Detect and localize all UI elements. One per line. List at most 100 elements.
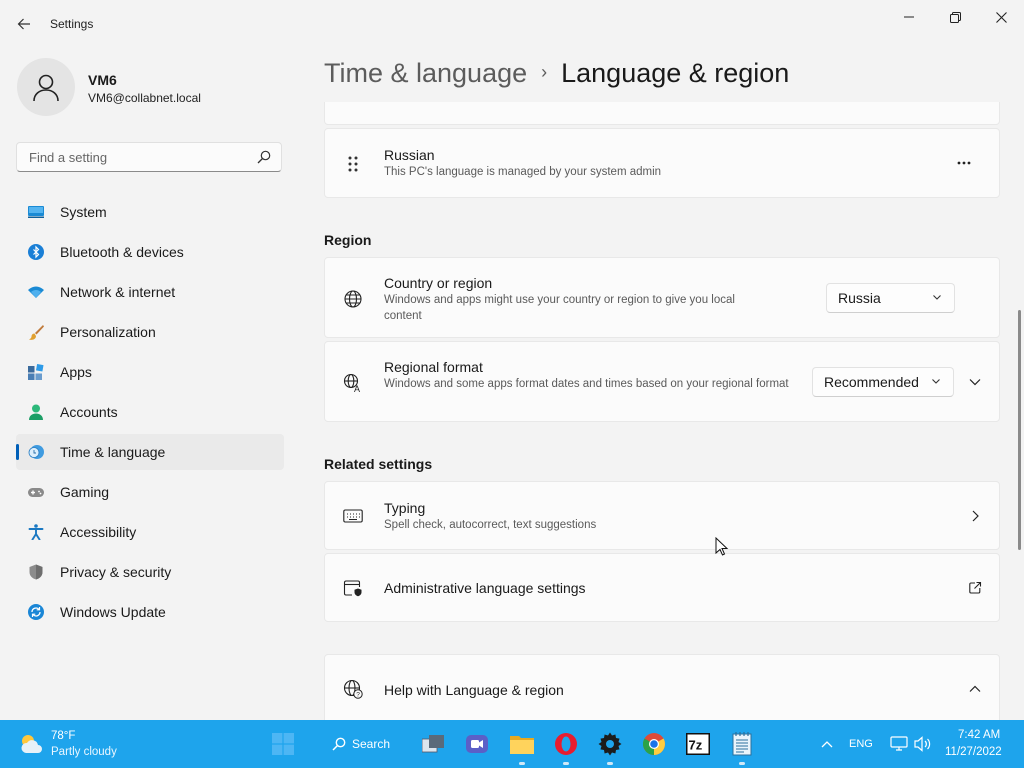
avatar[interactable] [17, 58, 75, 116]
minimize-icon [904, 16, 914, 18]
system-display-icon [28, 206, 44, 218]
regional-format-card[interactable]: A Regional format Windows and some apps … [324, 341, 1000, 422]
paintbrush-icon [29, 325, 44, 340]
user-name: VM6 [88, 72, 117, 88]
close-button[interactable] [978, 6, 1024, 28]
sidebar-item-label: System [60, 204, 107, 220]
time-language-icon [28, 445, 44, 459]
sidebar-item-label: Network & internet [60, 284, 176, 300]
chrome-button[interactable] [642, 732, 666, 756]
search-box[interactable] [16, 142, 282, 172]
windows-update-icon [28, 604, 44, 620]
help-card[interactable]: ? Help with Language & region [324, 654, 1000, 720]
notepad-icon [732, 732, 752, 756]
search-input[interactable] [27, 149, 251, 166]
regional-format-dropdown[interactable]: Recommended [812, 367, 954, 397]
opera-button[interactable] [554, 732, 578, 765]
taskbar-search-label: Search [352, 737, 391, 751]
sidebar-item-label: Accounts [60, 404, 118, 420]
admin-language-title: Administrative language settings [384, 580, 586, 596]
task-view-button[interactable] [421, 732, 445, 756]
notepad-button[interactable] [730, 732, 754, 765]
maximize-button[interactable] [932, 6, 978, 28]
sidebar-item-label: Gaming [60, 484, 110, 500]
7zip-icon: 7z [686, 733, 710, 755]
keyboard-icon [343, 509, 363, 523]
help-title: Help with Language & region [384, 682, 564, 698]
sidebar-item-bluetooth[interactable]: Bluetooth & devices [16, 234, 284, 270]
breadcrumb-separator: › [541, 62, 548, 82]
sidebar-item-apps[interactable]: Apps [16, 354, 284, 390]
accessibility-icon [28, 524, 44, 540]
language-item-card[interactable]: Russian This PC's language is managed by… [324, 128, 1000, 198]
weather-description: Partly cloudy [51, 746, 117, 758]
scrollbar[interactable] [1018, 310, 1021, 550]
sidebar-item-label: Time & language [60, 444, 166, 460]
apps-icon [28, 364, 44, 380]
running-indicator [563, 762, 569, 765]
region-section-title: Region [324, 232, 372, 248]
sidebar-item-windows-update[interactable]: Windows Update [16, 594, 284, 630]
person-icon [33, 74, 59, 102]
sidebar-item-label: Accessibility [60, 524, 137, 540]
meet-app-button[interactable] [465, 732, 489, 756]
country-region-title: Country or region [384, 275, 493, 291]
chevron-up-icon[interactable] [968, 682, 982, 696]
accounts-icon [29, 404, 43, 420]
regional-format-title: Regional format [384, 359, 483, 375]
main-content: Russian This PC's language is managed by… [324, 102, 1000, 720]
settings-app-button[interactable] [598, 732, 622, 765]
video-call-icon [466, 735, 488, 753]
restore-icon [949, 11, 961, 23]
weather-temperature: 78°F [51, 730, 76, 742]
show-hidden-icons-button[interactable] [815, 732, 839, 756]
taskbar-search-button[interactable]: Search [332, 732, 390, 756]
app-title: Settings [50, 17, 94, 31]
language-name: Russian [384, 147, 435, 163]
7zip-button[interactable]: 7z [686, 732, 710, 756]
svg-text:A: A [354, 384, 360, 393]
page-title: Language & region [561, 58, 790, 88]
sidebar-item-label: Bluetooth & devices [60, 244, 184, 260]
typing-title: Typing [384, 500, 426, 516]
sidebar-item-accounts[interactable]: Accounts [16, 394, 284, 430]
breadcrumb-parent[interactable]: Time & language [324, 58, 527, 88]
opera-browser-icon [555, 733, 577, 755]
settings-window: Settings VM6 VM6@collabnet.local System … [0, 0, 1024, 720]
shield-icon [29, 564, 43, 580]
sidebar-item-personalization[interactable]: Personalization [16, 314, 284, 350]
file-explorer-button[interactable] [510, 732, 534, 765]
search-icon[interactable] [257, 150, 271, 164]
language-desc: This PC's language is managed by your sy… [384, 166, 662, 178]
input-language-indicator[interactable]: ENG [849, 738, 873, 750]
country-region-dropdown[interactable]: Russia [826, 283, 955, 313]
sidebar-item-system[interactable]: System [16, 194, 284, 230]
language-card-partial[interactable] [324, 102, 1000, 125]
sidebar-item-privacy[interactable]: Privacy & security [16, 554, 284, 590]
sidebar-item-network[interactable]: Network & internet [16, 274, 284, 310]
partly-cloudy-icon [21, 735, 42, 753]
running-indicator [519, 762, 525, 765]
minimize-button[interactable] [886, 6, 932, 28]
admin-window-shield-icon [343, 580, 362, 597]
start-button[interactable] [271, 732, 295, 756]
back-button[interactable] [12, 12, 36, 36]
network-tray-button[interactable] [887, 732, 911, 756]
expand-chevron-icon[interactable] [968, 375, 982, 389]
more-options-button[interactable] [949, 151, 979, 175]
sidebar-nav: System Bluetooth & devices Network & int… [16, 194, 284, 634]
wifi-icon [28, 286, 44, 298]
user-email: VM6@collabnet.local [88, 91, 201, 105]
drag-handle-icon[interactable] [343, 154, 363, 174]
search-icon [332, 737, 346, 751]
admin-language-link-card[interactable]: Administrative language settings [324, 553, 1000, 622]
sidebar-item-time-language[interactable]: Time & language [16, 434, 284, 470]
typing-desc: Spell check, autocorrect, text suggestio… [384, 519, 597, 531]
typing-link-card[interactable]: Typing Spell check, autocorrect, text su… [324, 481, 1000, 550]
sidebar-item-accessibility[interactable]: Accessibility [16, 514, 284, 550]
globe-icon [344, 290, 362, 308]
dropdown-value: Russia [838, 290, 881, 306]
volume-tray-button[interactable] [911, 732, 935, 756]
sidebar-item-label: Windows Update [60, 604, 166, 620]
sidebar-item-gaming[interactable]: Gaming [16, 474, 284, 510]
